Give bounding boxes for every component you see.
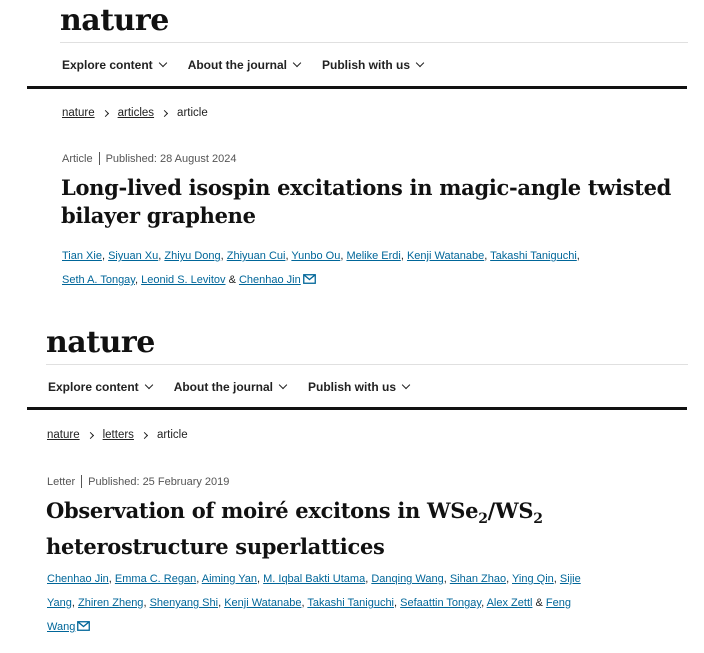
title-line-1: Long-lived isospin excitations in magic-… <box>61 175 672 200</box>
header-divider <box>46 364 688 365</box>
breadcrumb-section-link[interactable]: letters <box>103 429 134 441</box>
nav-publish-with-us[interactable]: Publish with us <box>308 380 411 394</box>
envelope-icon[interactable] <box>77 621 91 631</box>
author-list: Chenhao Jin, Emma C. Regan, Aiming Yan, … <box>47 573 581 633</box>
and-symbol: & <box>228 274 236 286</box>
breadcrumb-home-link[interactable]: nature <box>62 107 95 119</box>
meta-divider <box>81 475 83 488</box>
title-line-2: heterostructure superlattices <box>46 534 385 560</box>
author-list: Tian Xie, Siyuan Xu, Zhiyu Dong, Zhiyuan… <box>62 250 580 286</box>
chevron-down-icon <box>278 380 288 390</box>
author-link[interactable]: Danqing Wang <box>371 573 443 585</box>
author-link[interactable]: Zhiren Zheng <box>78 597 143 609</box>
chevron-down-icon <box>144 380 153 390</box>
subscript: 2 <box>478 511 488 528</box>
meta-divider <box>98 152 100 165</box>
author-link[interactable]: Emma C. Regan <box>115 573 196 585</box>
article-meta: Article Published: 28 August 2024 <box>62 152 236 165</box>
title-text: /WS <box>487 498 534 523</box>
author-link[interactable]: Feng <box>546 597 571 609</box>
breadcrumb-current: article <box>177 107 208 119</box>
nav-label: About the journal <box>187 58 288 72</box>
nav-about-journal[interactable]: About the journal <box>187 58 302 72</box>
author-link[interactable]: Kenji Watanabe <box>407 250 484 262</box>
author-link[interactable]: Kenji Watanabe <box>224 597 301 609</box>
chevron-right-icon <box>86 431 94 439</box>
main-nav: Explore content About the journal Publis… <box>48 380 411 394</box>
nav-bottom-rule <box>27 407 687 410</box>
title-line-2: bilayer graphene <box>61 203 256 228</box>
author-link[interactable]: Yang <box>47 597 72 609</box>
title-text: Observation of moiré excitons in WSe <box>46 498 479 523</box>
chevron-right-icon <box>161 109 169 117</box>
nav-label: Explore content <box>62 58 153 72</box>
author-link[interactable]: Seth A. Tongay <box>62 274 135 286</box>
chevron-down-icon <box>401 380 411 390</box>
author-link[interactable]: Melike Erdi <box>346 250 400 262</box>
chevron-down-icon <box>158 58 167 68</box>
published-date: Published: 28 August 2024 <box>105 152 237 165</box>
breadcrumb-section-link[interactable]: articles <box>118 107 154 119</box>
nav-explore-content[interactable]: Explore content <box>48 380 153 394</box>
author-link[interactable]: Shenyang Shi <box>150 597 219 609</box>
nav-bottom-rule <box>27 86 687 89</box>
header-divider <box>60 42 688 43</box>
author-link[interactable]: Takashi Taniguchi <box>490 250 577 262</box>
breadcrumb: nature letters article <box>47 429 188 441</box>
article-page-2: nature Explore content About the journal… <box>0 320 704 653</box>
author-link[interactable]: Ying Qin <box>512 573 554 585</box>
breadcrumb-current: article <box>156 429 188 441</box>
author-link[interactable]: Leonid S. Levitov <box>141 274 225 286</box>
article-title: Long-lived isospin excitations in magic-… <box>61 174 681 230</box>
author-link[interactable]: Sefaattin Tongay <box>400 597 481 609</box>
author-link[interactable]: Alex Zettl <box>487 597 533 609</box>
envelope-icon[interactable] <box>302 274 316 284</box>
author-link[interactable]: Aiming Yan <box>202 573 257 585</box>
nav-label: About the journal <box>173 380 274 394</box>
author-link[interactable]: M. Iqbal Bakti Utama <box>263 573 365 585</box>
nav-label: Explore content <box>48 380 139 394</box>
article-type: Article <box>62 152 93 165</box>
nav-publish-with-us[interactable]: Publish with us <box>322 58 425 72</box>
chevron-right-icon <box>140 431 148 439</box>
title-line-1: Observation of moiré excitons in WSe2/WS… <box>46 498 543 527</box>
chevron-right-icon <box>101 109 109 117</box>
article-title: Observation of moiré excitons in WSe2/WS… <box>46 497 686 561</box>
article-page-1: nature Explore content About the journal… <box>0 0 704 300</box>
author-link[interactable]: Zhiyuan Cui <box>227 250 286 262</box>
author-link[interactable]: Zhiyu Dong <box>164 250 220 262</box>
article-meta: Letter Published: 25 February 2019 <box>47 475 229 488</box>
author-link[interactable]: Sijie <box>560 573 581 585</box>
author-link[interactable]: Chenhao Jin <box>239 274 301 286</box>
author-link[interactable]: Chenhao Jin <box>47 573 109 585</box>
chevron-down-icon <box>292 58 302 68</box>
journal-logo[interactable]: nature <box>60 6 169 36</box>
author-link[interactable]: Takashi Taniguchi <box>307 597 394 609</box>
author-link[interactable]: Tian Xie <box>62 250 102 262</box>
nav-about-journal[interactable]: About the journal <box>173 380 288 394</box>
breadcrumb-home-link[interactable]: nature <box>47 429 80 441</box>
author-link[interactable]: Wang <box>47 621 75 633</box>
journal-logo[interactable]: nature <box>46 328 155 358</box>
main-nav: Explore content About the journal Publis… <box>62 58 425 72</box>
author-link[interactable]: Sihan Zhao <box>450 573 506 585</box>
author-link[interactable]: Siyuan Xu <box>108 250 158 262</box>
article-type: Letter <box>47 475 76 488</box>
published-date: Published: 25 February 2019 <box>88 475 230 488</box>
nav-explore-content[interactable]: Explore content <box>62 58 167 72</box>
nav-label: Publish with us <box>308 380 397 394</box>
subscript: 2 <box>533 511 543 528</box>
author-link[interactable]: Yunbo Ou <box>291 250 340 262</box>
chevron-down-icon <box>415 58 425 68</box>
nav-label: Publish with us <box>322 58 411 72</box>
and-symbol: & <box>535 597 543 609</box>
breadcrumb: nature articles article <box>62 107 208 119</box>
